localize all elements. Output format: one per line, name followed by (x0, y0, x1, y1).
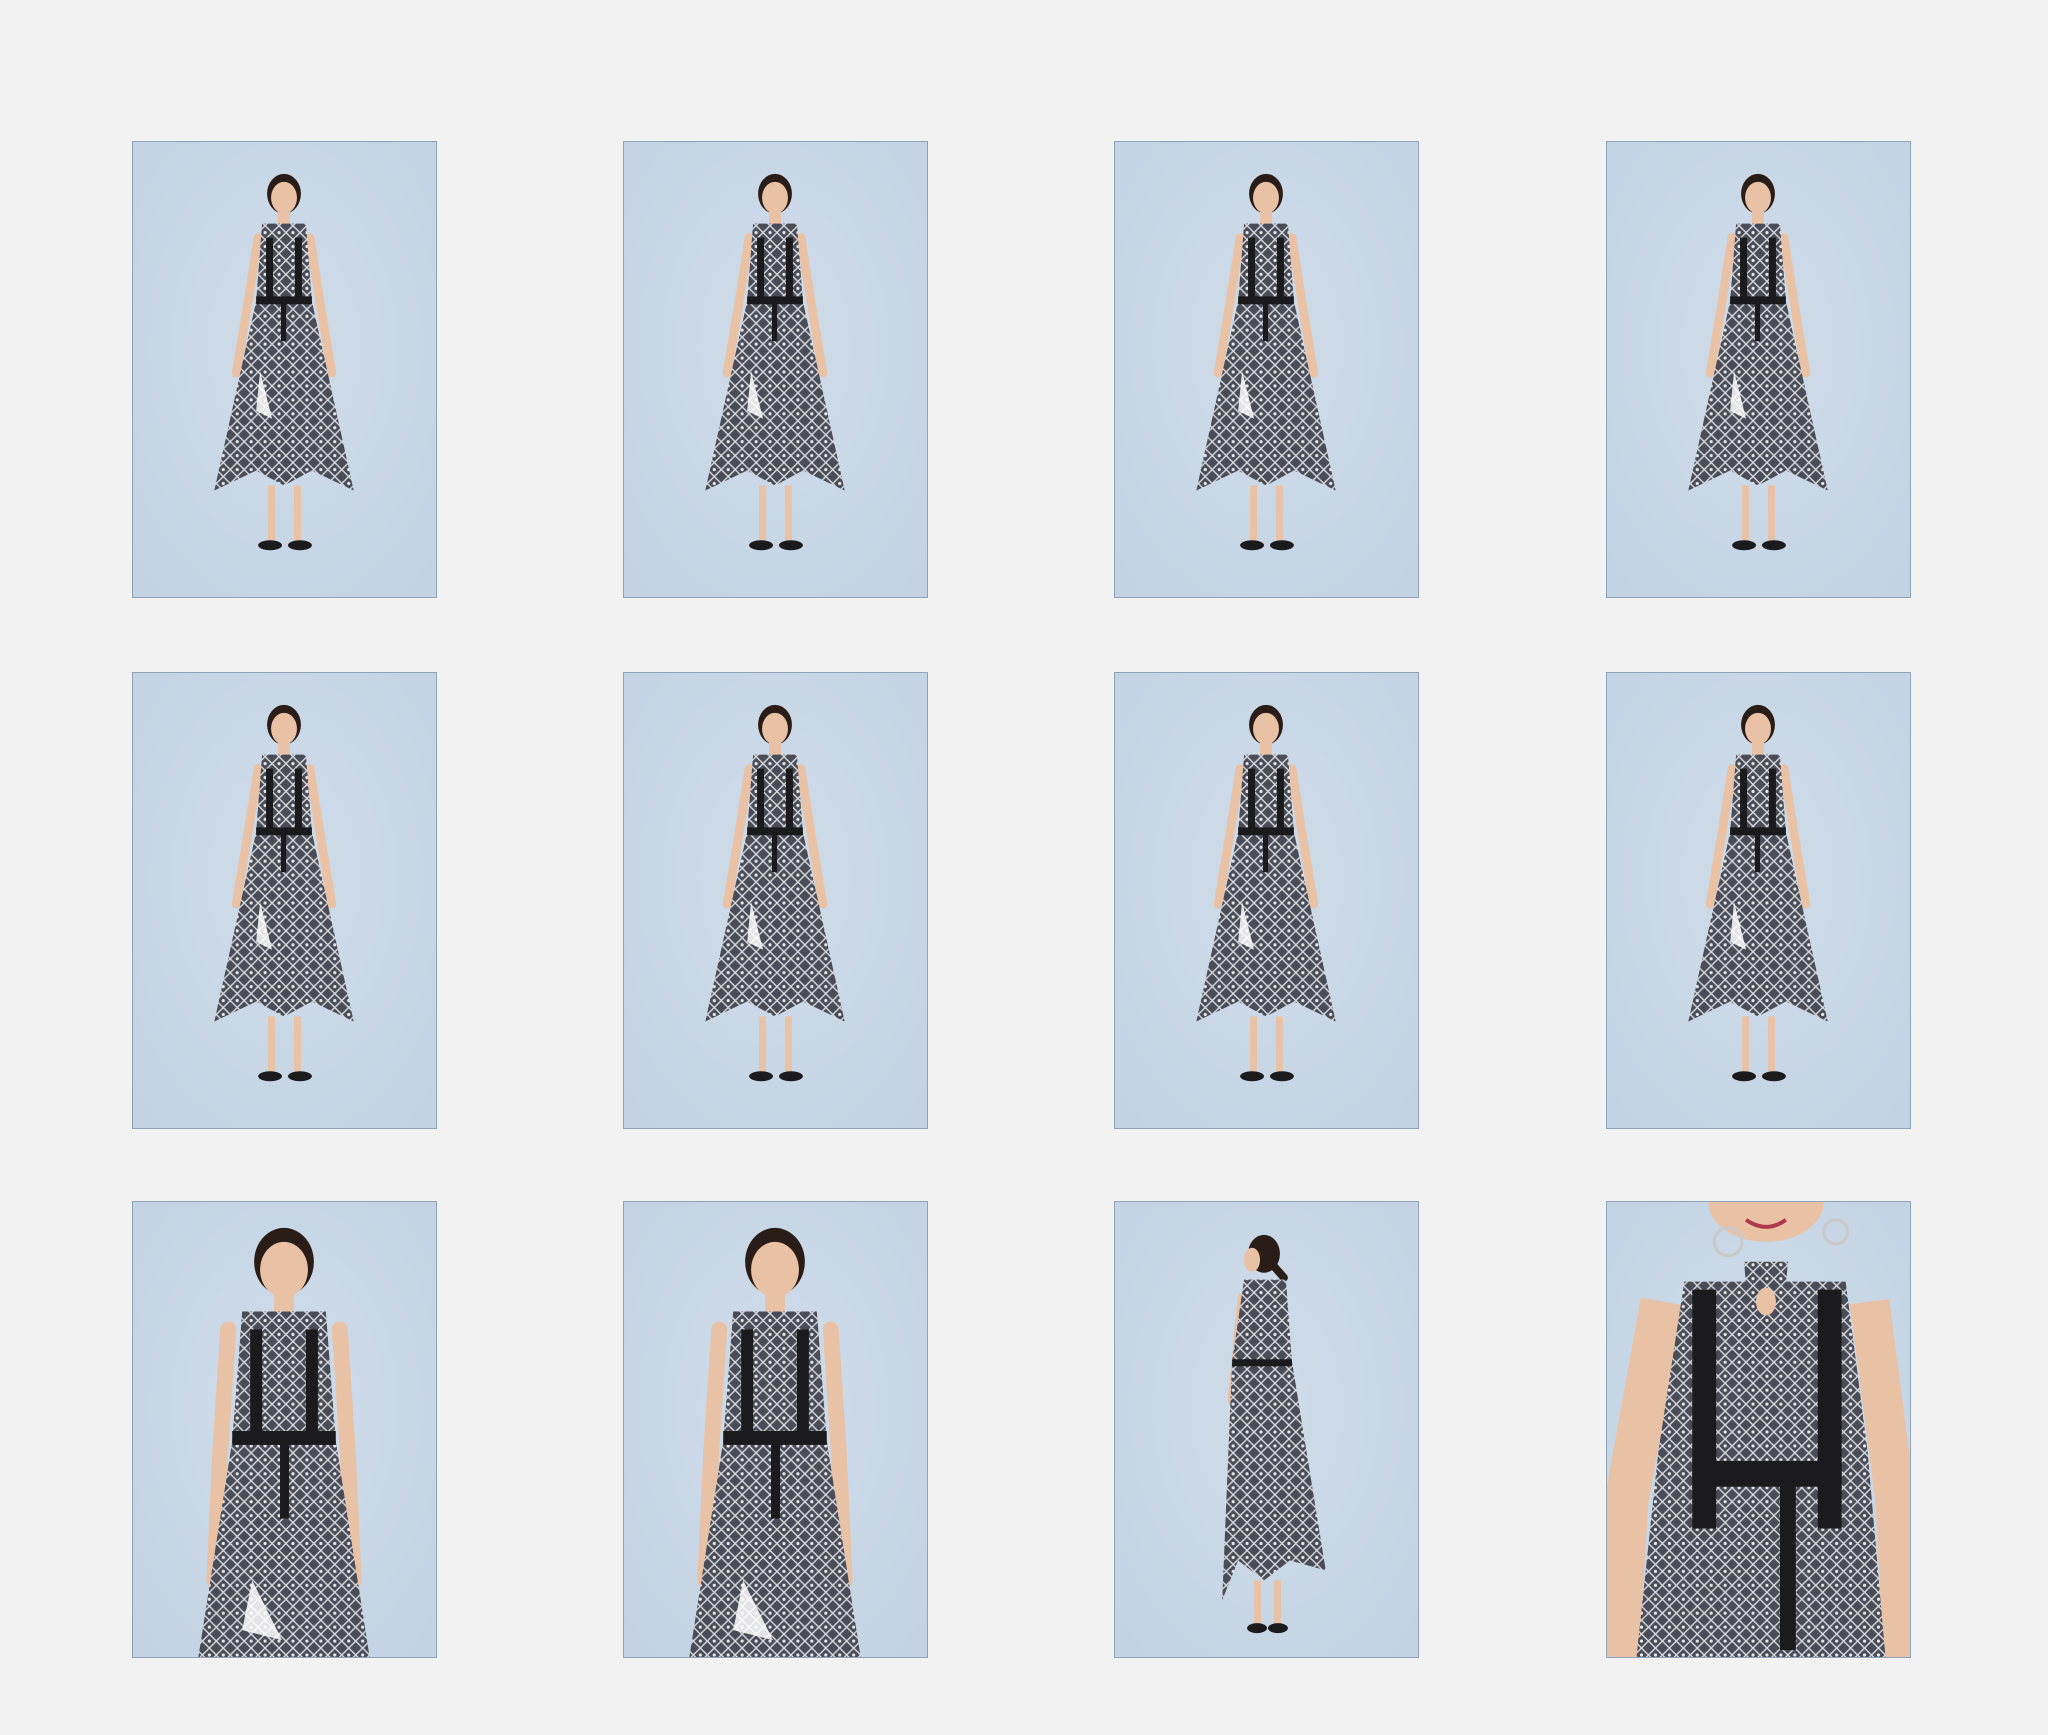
photo-image (1115, 673, 1418, 1128)
photo-thumbnail[interactable] (623, 141, 928, 598)
photo-image (1115, 1202, 1418, 1657)
photo-thumbnail[interactable] (1606, 1201, 1911, 1658)
photo-thumbnail[interactable] (1114, 141, 1419, 598)
photo-image (1607, 142, 1910, 597)
photo-thumbnail[interactable] (132, 1201, 437, 1658)
photo-thumbnail[interactable] (132, 141, 437, 598)
photo-image (624, 1202, 927, 1657)
photo-image (1115, 142, 1418, 597)
photo-thumbnail[interactable] (132, 672, 437, 1129)
photo-thumbnail[interactable] (1606, 141, 1911, 598)
photo-thumbnail[interactable] (1114, 1201, 1419, 1658)
photo-gallery (0, 0, 2048, 1735)
photo-thumbnail[interactable] (623, 1201, 928, 1658)
photo-image (624, 142, 927, 597)
photo-image (1607, 673, 1910, 1128)
photo-thumbnail[interactable] (623, 672, 928, 1129)
photo-image (624, 673, 927, 1128)
photo-thumbnail[interactable] (1606, 672, 1911, 1129)
photo-image (133, 1202, 436, 1657)
photo-image (1607, 1202, 1910, 1657)
photo-thumbnail[interactable] (1114, 672, 1419, 1129)
photo-image (133, 673, 436, 1128)
photo-image (133, 142, 436, 597)
